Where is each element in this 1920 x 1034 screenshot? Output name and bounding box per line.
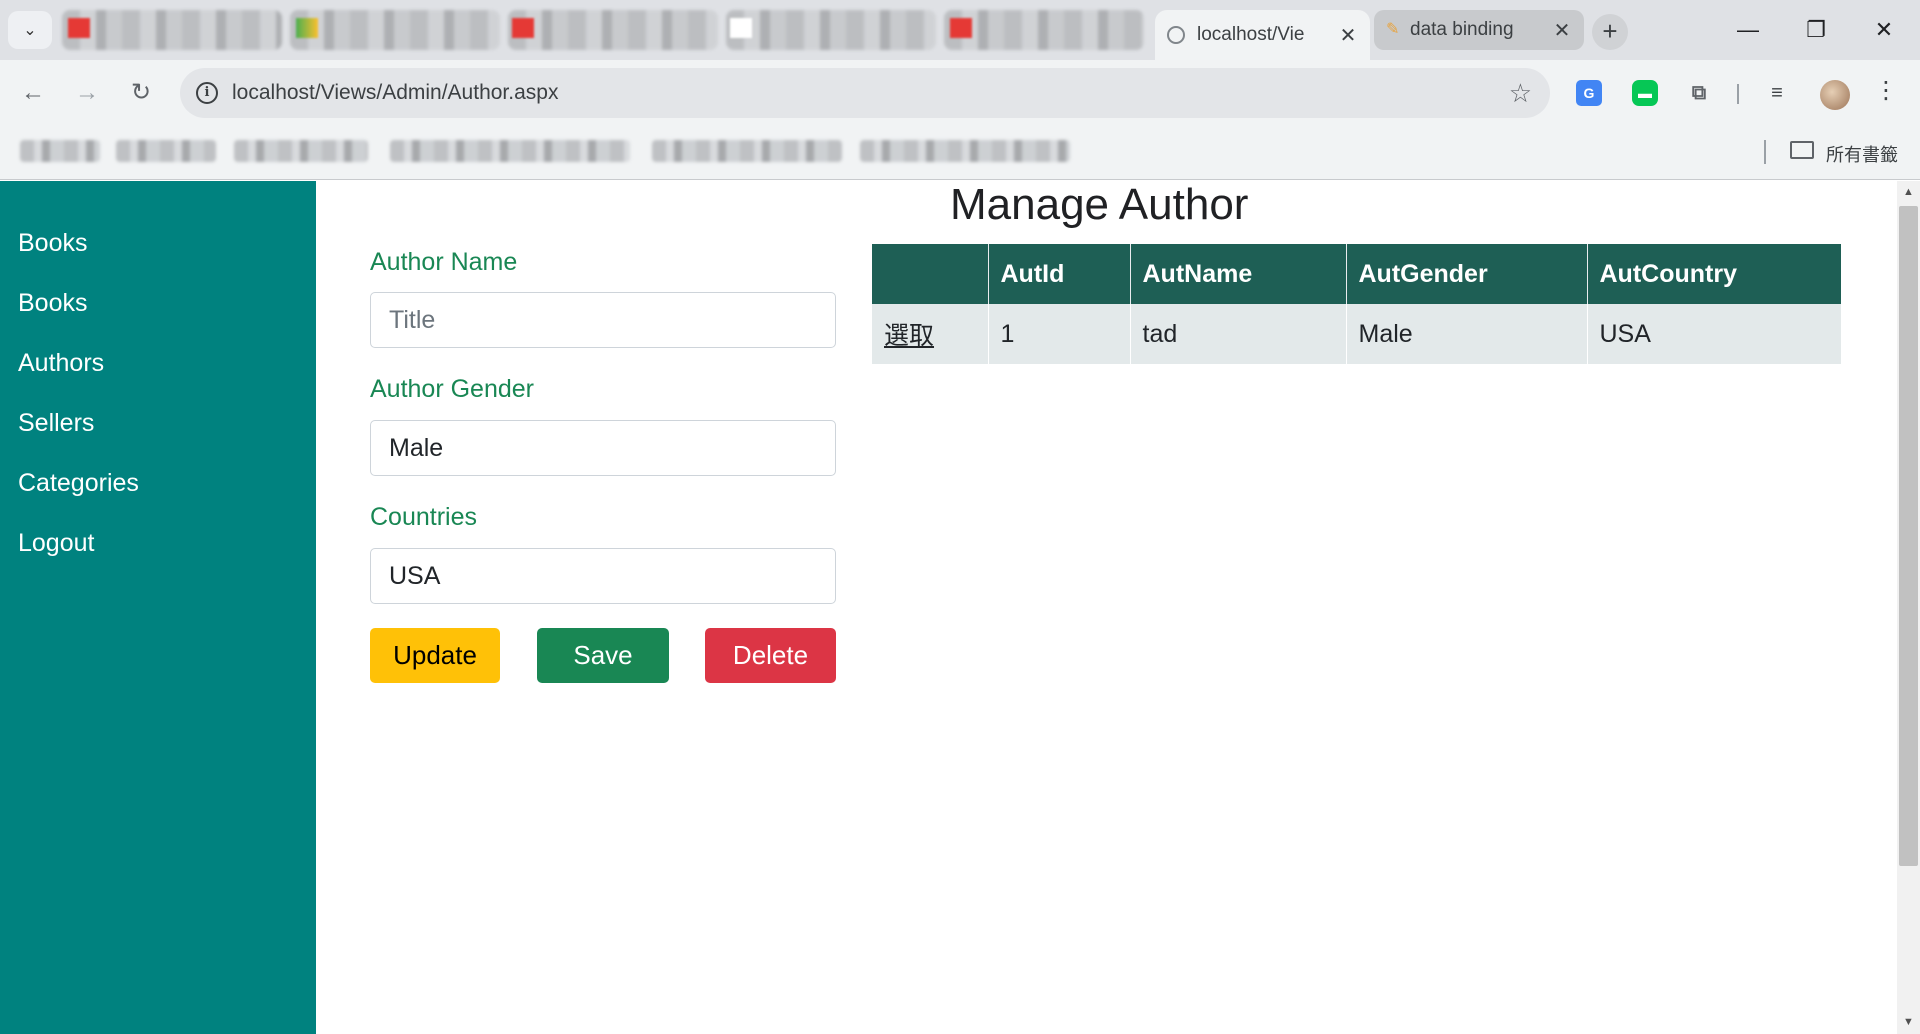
arrow-right-icon: →: [75, 79, 99, 106]
sidebar-item-books-2[interactable]: Books: [18, 289, 87, 318]
select-row-link[interactable]: 選取: [884, 321, 934, 350]
author-name-label: Author Name: [370, 248, 518, 276]
blurred-tab[interactable]: [944, 10, 1144, 50]
scroll-up-icon[interactable]: ▲: [1897, 186, 1920, 198]
media-control-icon[interactable]: ≡: [1764, 80, 1790, 106]
column-header-autgender: AutGender: [1345, 244, 1587, 304]
tab-favicon-icon: [68, 18, 90, 38]
more-vert-icon[interactable]: ⋮: [1874, 76, 1898, 105]
table-cell-autid: 1: [987, 304, 1130, 364]
countries-input[interactable]: [370, 548, 836, 604]
window-close-button[interactable]: ✕: [1864, 14, 1904, 46]
minimize-button[interactable]: —: [1728, 14, 1768, 46]
tab-favicon-icon: [950, 18, 972, 38]
star-icon[interactable]: ☆: [1509, 78, 1532, 109]
table-cell-select: 選取: [872, 304, 988, 364]
arrow-left-icon: ←: [21, 79, 45, 106]
column-header-autcountry: AutCountry: [1586, 244, 1841, 304]
reload-button[interactable]: ↻: [124, 76, 158, 110]
tab-search-button[interactable]: ⌄: [8, 11, 52, 49]
info-icon[interactable]: i: [196, 82, 218, 104]
blurred-tab[interactable]: [726, 10, 936, 50]
table-header-row: AutId AutName AutGender AutCountry: [872, 244, 1841, 304]
table-cell-autname: tad: [1129, 304, 1346, 364]
tab-favicon-icon: [512, 18, 534, 38]
bookmarks-bar: 所有書籤: [0, 124, 1920, 180]
table-row: 選取 1 tad Male USA: [872, 304, 1841, 364]
url-text[interactable]: localhost/Views/Admin/Author.aspx: [232, 81, 558, 105]
globe-icon: [1167, 26, 1185, 44]
blurred-tab[interactable]: [290, 10, 500, 50]
blurred-tab[interactable]: [508, 10, 718, 50]
translate-icon[interactable]: G: [1576, 80, 1602, 106]
blurred-bookmark[interactable]: [234, 140, 368, 162]
column-header-autname: AutName: [1129, 244, 1346, 304]
save-button[interactable]: Save: [537, 628, 669, 683]
new-tab-button[interactable]: +: [1592, 14, 1628, 50]
close-icon[interactable]: ✕: [1338, 23, 1358, 48]
tab-localhost[interactable]: localhost/Vie ✕: [1155, 10, 1370, 60]
table-cell-autcountry: USA: [1586, 304, 1841, 364]
line-app-icon[interactable]: ▬: [1632, 80, 1658, 106]
browser-toolbar: ← → ↻ i localhost/Views/Admin/Author.asp…: [0, 60, 1920, 124]
tab-favicon-icon: [296, 18, 318, 38]
restore-button[interactable]: ❐: [1796, 14, 1836, 46]
blurred-bookmark[interactable]: [20, 140, 100, 162]
tab-title: data binding: [1410, 19, 1514, 40]
author-name-input[interactable]: [370, 292, 836, 348]
sidebar: Books Books Authors Sellers Categories L…: [0, 181, 316, 1034]
page-title: Manage Author: [950, 180, 1249, 229]
chevron-down-icon: ⌄: [23, 22, 37, 39]
column-header-select: [872, 244, 988, 304]
scrollbar-thumb[interactable]: [1899, 206, 1918, 866]
toolbar-divider: [1737, 84, 1739, 104]
blurred-bookmark[interactable]: [116, 140, 216, 162]
all-bookmarks-button[interactable]: 所有書籤: [1826, 141, 1898, 167]
author-table: AutId AutName AutGender AutCountry 選取 1 …: [872, 244, 1841, 364]
tab-title: localhost/Vie: [1197, 24, 1305, 45]
sidebar-item-books[interactable]: Books: [18, 229, 87, 258]
delete-button[interactable]: Delete: [705, 628, 836, 683]
tab-favicon-icon: [730, 18, 752, 38]
sidebar-item-logout[interactable]: Logout: [18, 529, 94, 558]
sidebar-item-sellers[interactable]: Sellers: [18, 409, 94, 438]
blurred-bookmark[interactable]: [860, 140, 1070, 162]
pencil-icon: ✎: [1386, 21, 1400, 38]
sidebar-item-authors[interactable]: Authors: [18, 349, 104, 378]
close-icon[interactable]: ✕: [1552, 18, 1572, 43]
tab-strip: ⌄ localhost/Vie ✕ ✎ data binding ✕ + — ❐…: [0, 0, 1920, 60]
blurred-tab[interactable]: [62, 10, 282, 50]
scroll-down-icon[interactable]: ▼: [1897, 1016, 1920, 1028]
reload-icon: ↻: [130, 79, 152, 106]
back-button[interactable]: ←: [16, 76, 50, 110]
blurred-bookmark[interactable]: [390, 140, 630, 162]
sidebar-item-categories[interactable]: Categories: [18, 469, 139, 498]
column-header-autid: AutId: [987, 244, 1130, 304]
tab-data-binding[interactable]: ✎ data binding ✕: [1374, 10, 1584, 50]
author-gender-input[interactable]: [370, 420, 836, 476]
avatar[interactable]: [1820, 80, 1850, 110]
address-bar[interactable]: i localhost/Views/Admin/Author.aspx ☆: [180, 68, 1550, 118]
puzzle-icon[interactable]: ⧉: [1686, 80, 1712, 106]
forward-button[interactable]: →: [70, 76, 104, 110]
countries-label: Countries: [370, 503, 477, 531]
blurred-bookmark[interactable]: [652, 140, 842, 162]
bookmarks-divider: [1764, 140, 1766, 164]
folder-icon: [1790, 141, 1814, 159]
update-button[interactable]: Update: [370, 628, 500, 683]
author-gender-label: Author Gender: [370, 375, 534, 403]
table-cell-autgender: Male: [1345, 304, 1587, 364]
